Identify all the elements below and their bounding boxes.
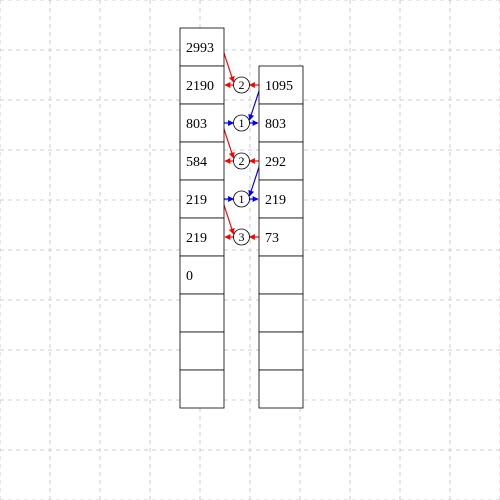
left-value: 803	[186, 117, 207, 132]
left-cell	[180, 332, 224, 370]
right-cell	[259, 294, 303, 332]
right-cell	[259, 370, 303, 408]
right-value: 73	[265, 231, 279, 246]
left-cell	[180, 294, 224, 332]
op-label: 2	[239, 78, 245, 92]
right-value: 1095	[265, 79, 293, 94]
op-label: 1	[239, 192, 245, 206]
op-label: 3	[239, 230, 245, 244]
left-value: 0	[186, 269, 193, 284]
right-value: 219	[265, 193, 286, 208]
left-value: 584	[186, 155, 207, 170]
left-value: 2190	[186, 79, 214, 94]
right-cell	[259, 332, 303, 370]
left-value: 219	[186, 193, 207, 208]
left-cell	[180, 370, 224, 408]
op-label: 1	[239, 116, 245, 130]
left-value: 2993	[186, 41, 214, 56]
right-value: 803	[265, 117, 286, 132]
left-value: 219	[186, 231, 207, 246]
right-value: 292	[265, 155, 286, 170]
op-label: 2	[239, 154, 245, 168]
right-cell	[259, 256, 303, 294]
